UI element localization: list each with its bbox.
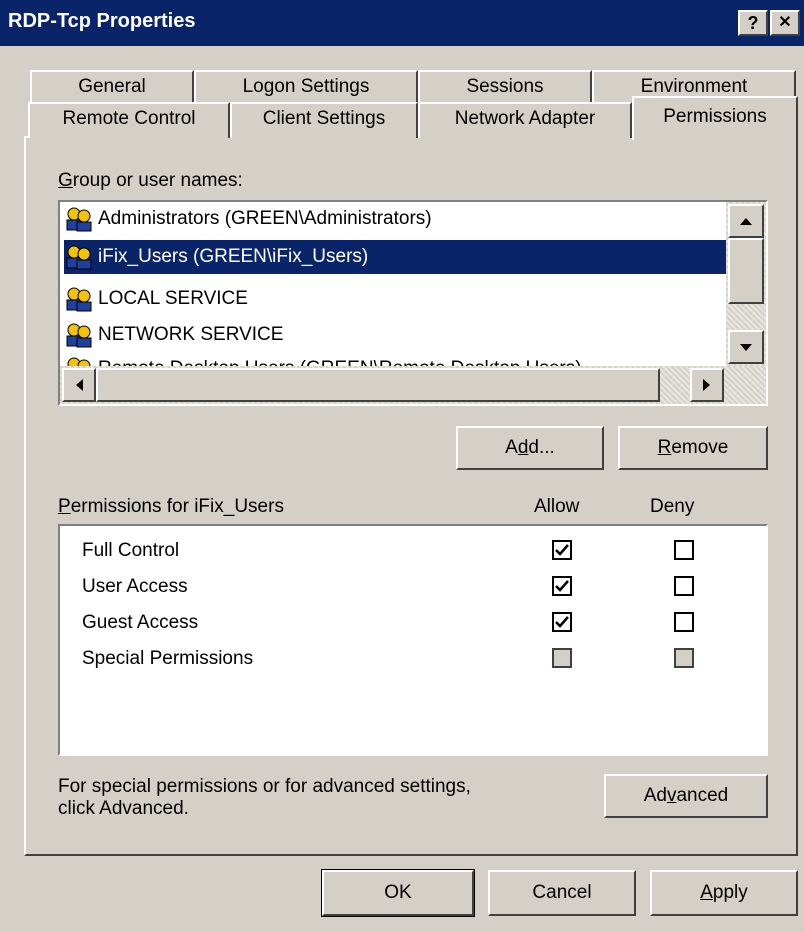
deny-guest-access-checkbox[interactable] bbox=[674, 612, 694, 632]
apply-button[interactable]: Apply bbox=[650, 870, 798, 916]
tab-sessions[interactable]: Sessions bbox=[418, 70, 592, 104]
scroll-left-button[interactable] bbox=[62, 368, 96, 402]
scroll-thumb-horizontal[interactable] bbox=[96, 368, 660, 402]
list-item[interactable]: NETWORK SERVICE bbox=[64, 318, 283, 352]
scroll-down-button[interactable] bbox=[728, 330, 764, 364]
add-button[interactable]: Add... bbox=[456, 426, 604, 470]
window-title: RDP-Tcp Properties bbox=[8, 10, 196, 32]
users-group-icon bbox=[64, 244, 94, 270]
tab-general[interactable]: General bbox=[30, 70, 194, 104]
deny-full-control-checkbox[interactable] bbox=[674, 540, 694, 560]
list-item[interactable]: Administrators (GREEN\Administrators) bbox=[64, 202, 432, 236]
vertical-scrollbar[interactable] bbox=[726, 202, 766, 366]
list-item[interactable]: LOCAL SERVICE bbox=[64, 282, 248, 316]
allow-guest-access-checkbox[interactable] bbox=[552, 612, 572, 632]
allow-user-access-checkbox[interactable] bbox=[552, 576, 572, 596]
permission-label: Guest Access bbox=[82, 612, 199, 633]
permissions-list: Full Control User Access Guest Access Sp… bbox=[58, 524, 768, 756]
permission-label: User Access bbox=[82, 576, 188, 597]
horizontal-scrollbar[interactable] bbox=[60, 366, 766, 404]
allow-special-permissions-checkbox bbox=[552, 648, 572, 668]
scroll-right-button[interactable] bbox=[690, 368, 724, 402]
tab-logon-settings[interactable]: Logon Settings bbox=[194, 70, 418, 104]
users-group-icon bbox=[64, 286, 94, 312]
users-group-icon bbox=[64, 356, 94, 366]
help-button[interactable]: ? bbox=[738, 10, 768, 36]
tab-remote-control[interactable]: Remote Control bbox=[28, 102, 230, 138]
deny-user-access-checkbox[interactable] bbox=[674, 576, 694, 596]
list-item[interactable]: Remote Desktop Users (GREEN\Remote Deskt… bbox=[64, 352, 582, 366]
permission-label: Special Permissions bbox=[82, 648, 254, 669]
cancel-button[interactable]: Cancel bbox=[488, 870, 636, 916]
close-button[interactable]: ✕ bbox=[770, 10, 800, 36]
deny-special-permissions-checkbox bbox=[674, 648, 694, 668]
deny-header: Deny bbox=[650, 496, 695, 517]
ok-button[interactable]: OK bbox=[321, 869, 475, 917]
permission-label: Full Control bbox=[82, 540, 180, 561]
tab-client-settings[interactable]: Client Settings bbox=[230, 102, 418, 138]
allow-full-control-checkbox[interactable] bbox=[552, 540, 572, 560]
group-names-label: Group or user names: bbox=[58, 170, 243, 191]
list-item[interactable]: iFix_Users (GREEN\iFix_Users) bbox=[64, 240, 726, 274]
allow-header: Allow bbox=[534, 496, 580, 517]
remove-button[interactable]: Remove bbox=[618, 426, 768, 470]
users-group-icon bbox=[64, 206, 94, 232]
users-group-icon bbox=[64, 322, 94, 348]
permissions-label: Permissions for iFix_Users bbox=[58, 496, 284, 517]
scroll-up-button[interactable] bbox=[728, 204, 764, 238]
advanced-note: For special permissions or for advanced … bbox=[58, 776, 471, 819]
tab-network-adapter[interactable]: Network Adapter bbox=[418, 102, 632, 138]
tab-permissions[interactable]: Permissions bbox=[632, 96, 798, 140]
advanced-button[interactable]: Advanced bbox=[604, 774, 768, 818]
scroll-thumb[interactable] bbox=[728, 238, 764, 304]
group-user-list[interactable]: Administrators (GREEN\Administrators) iF… bbox=[58, 200, 768, 406]
